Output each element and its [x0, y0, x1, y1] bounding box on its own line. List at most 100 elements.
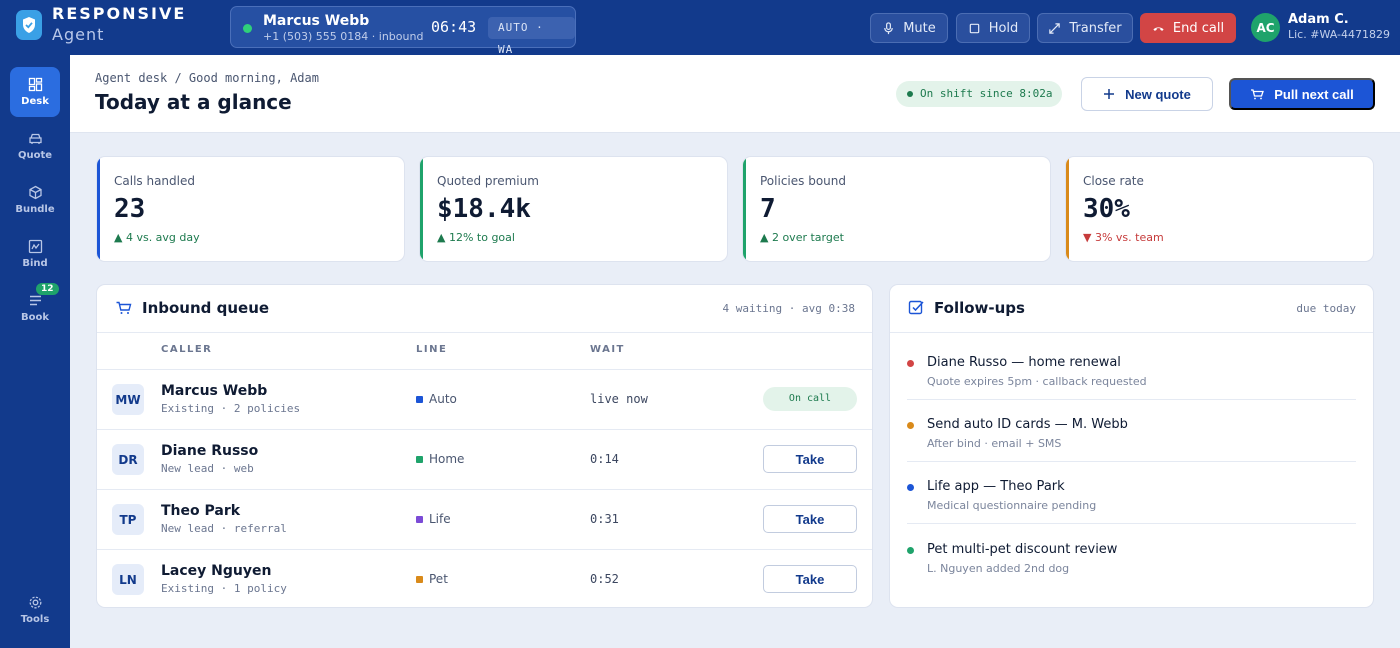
page-header: Agent desk / Good morning, Adam Today at… [70, 55, 1400, 133]
avatar: LN [112, 564, 144, 595]
sidebar-item-bundle[interactable]: Bundle [10, 175, 60, 225]
list-icon [29, 295, 41, 306]
line-label: Home [429, 452, 465, 466]
queue-meta: 4 waiting · avg 0:38 [722, 302, 855, 315]
stat-value: 7 [760, 194, 776, 224]
line-color-marker [416, 455, 423, 463]
caller-sub: Existing · 1 policy [161, 582, 287, 595]
line-label: Auto [429, 392, 457, 406]
take-call-button[interactable]: Take [763, 505, 857, 533]
plus-icon [1104, 89, 1115, 99]
follow-ups-panel: Follow-ups due today Diane Russo — home … [889, 284, 1374, 608]
transfer-button[interactable]: Transfer [1037, 13, 1133, 43]
followup-title: Diane Russo — home renewal [927, 355, 1121, 370]
app-name: RESPONSIVE [52, 4, 187, 23]
column-header-wait: WAIT [590, 344, 625, 355]
sidebar-item-label: Tools [20, 614, 50, 625]
pull-next-call-button[interactable]: Pull next call [1229, 78, 1375, 110]
line-color-marker [416, 515, 423, 523]
caller-name: Marcus Webb [161, 383, 268, 399]
sidebar-item-desk[interactable]: Desk [10, 67, 60, 117]
take-call-button[interactable]: Take [763, 445, 857, 473]
table-row[interactable]: MW Marcus Webb Existing · 2 policies Aut… [97, 369, 872, 429]
line-type: Life [416, 512, 451, 526]
active-caller-details: +1 (503) 555 0184 · inbound [263, 30, 424, 43]
table-row[interactable]: DR Diane Russo New lead · web Home 0:14 … [97, 429, 872, 489]
followups-meta: due today [1296, 302, 1356, 315]
active-caller-name: Marcus Webb [263, 13, 370, 29]
call-timer: 06:43 [431, 18, 477, 36]
column-header-line: LINE [416, 344, 448, 355]
stat-label: Policies bound [760, 174, 846, 188]
mute-button[interactable]: Mute [870, 13, 948, 43]
gear-icon [29, 596, 41, 609]
wait-time: 0:52 [590, 572, 619, 586]
signature-icon [28, 239, 42, 254]
followup-sub: L. Nguyen added 2nd dog [927, 562, 1070, 575]
stat-delta: ▼ 3% vs. team [1083, 231, 1164, 244]
active-call-pill[interactable]: Marcus Webb +1 (503) 555 0184 · inbound … [230, 6, 576, 56]
panel-title: Follow-ups [934, 299, 1025, 317]
checkbox-icon [908, 300, 924, 315]
end-call-button[interactable]: End call [1140, 13, 1236, 43]
followup-sub: After bind · email + SMS [927, 437, 1062, 450]
line-type: Auto [416, 392, 457, 406]
stat-delta: ▲ 12% to goal [437, 231, 515, 244]
pull-next-call-label: Pull next call [1274, 86, 1354, 102]
caller-sub: Existing · 2 policies [161, 402, 301, 415]
list-item[interactable]: Life app — Theo Park Medical questionnai… [907, 462, 1356, 524]
line-label: Life [429, 512, 451, 526]
take-call-button[interactable]: Take [763, 565, 857, 593]
transfer-arrows-icon [1049, 22, 1061, 34]
line-type: Pet [416, 572, 448, 586]
sidebar-item-bind[interactable]: Bind [10, 229, 60, 279]
list-item[interactable]: Diane Russo — home renewal Quote expires… [907, 338, 1356, 400]
pause-icon [969, 23, 979, 33]
sidebar-item-label: Book [20, 312, 49, 323]
priority-dot [907, 547, 914, 554]
stat-label: Calls handled [114, 174, 195, 188]
column-header-caller: CALLER [161, 344, 213, 355]
priority-dot [907, 422, 914, 429]
stat-card-quoted-premium: Quoted premium $18.4k ▲ 12% to goal [419, 156, 728, 262]
caller-sub: New lead · referral [161, 522, 287, 535]
panel-header: Follow-ups due today [890, 285, 1373, 333]
hold-button[interactable]: Hold [956, 13, 1030, 43]
end-call-label: End call [1172, 20, 1225, 36]
stat-card-calls-handled: Calls handled 23 ▲ 4 vs. avg day [96, 156, 405, 262]
followup-title: Pet multi-pet discount review [927, 542, 1118, 557]
priority-dot [907, 484, 914, 491]
stat-value: 30% [1083, 194, 1130, 224]
table-row[interactable]: LN Lacey Nguyen Existing · 1 policy Pet … [97, 549, 872, 607]
sidebar-item-tools[interactable]: Tools [10, 585, 60, 635]
priority-dot [907, 360, 914, 367]
followup-title: Life app — Theo Park [927, 479, 1065, 494]
table-row[interactable]: TP Theo Park New lead · referral Life 0:… [97, 489, 872, 549]
book-count-badge: 12 [36, 283, 59, 295]
caller-sub: New lead · web [161, 462, 254, 475]
list-item[interactable]: Pet multi-pet discount review L. Nguyen … [907, 525, 1356, 587]
on-call-badge: On call [763, 387, 857, 411]
caller-name: Theo Park [161, 503, 241, 519]
wait-time: 0:14 [590, 452, 619, 466]
cube-icon [28, 185, 42, 200]
caller-name: Diane Russo [161, 443, 259, 459]
sidebar-item-label: Bind [22, 258, 48, 269]
caller-name: Lacey Nguyen [161, 563, 272, 579]
shift-status-badge: On shift since 8:02a [896, 81, 1063, 107]
brand: RESPONSIVE Agent [16, 6, 186, 43]
sidebar-item-quote[interactable]: Quote [10, 121, 60, 171]
followup-title: Send auto ID cards — M. Webb [927, 417, 1128, 432]
sidebar-item-book[interactable]: Book 12 [10, 283, 60, 333]
stat-delta: ▲ 2 over target [760, 231, 844, 244]
list-item[interactable]: Send auto ID cards — M. Webb After bind … [907, 400, 1356, 462]
user-avatar[interactable]: AC [1251, 13, 1280, 42]
car-icon [28, 133, 42, 144]
line-color-marker [416, 395, 423, 403]
sidebar-item-label: Bundle [15, 204, 55, 215]
cart-icon [116, 301, 132, 314]
sidebar-item-label: Desk [21, 96, 49, 107]
wait-time: live now [590, 392, 648, 406]
new-quote-button[interactable]: New quote [1081, 77, 1213, 111]
dashboard-icon [28, 77, 42, 92]
